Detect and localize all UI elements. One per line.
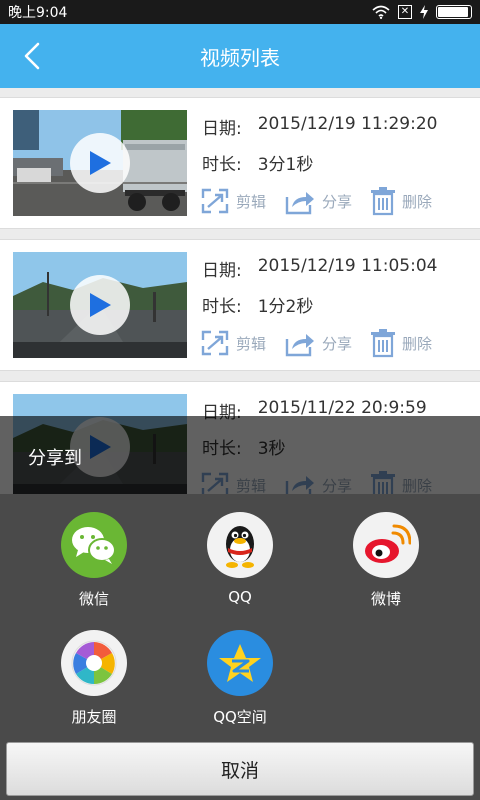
video-duration: 3分1秒 xyxy=(257,155,314,175)
delete-button[interactable]: 删除 xyxy=(370,186,432,216)
weibo-icon xyxy=(353,512,419,578)
share-sheet-title: 分享到 xyxy=(28,448,82,469)
share-weibo-label: 微博 xyxy=(370,590,401,608)
battery-fill xyxy=(438,7,469,17)
share-label: 分享 xyxy=(322,334,353,353)
share-button[interactable]: 分享 xyxy=(284,329,352,357)
trash-icon xyxy=(371,187,396,216)
play-icon xyxy=(90,293,111,317)
wifi-icon xyxy=(372,5,390,19)
video-card[interactable]: 日期: 2015/12/19 11:05:04 时长: 1分2秒 剪辑 分享 删… xyxy=(0,239,480,371)
date-label: 日期: xyxy=(202,261,242,281)
edit-label: 剪辑 xyxy=(236,334,267,353)
trash-icon xyxy=(371,329,396,358)
share-sheet-header: 分享到 xyxy=(0,416,480,494)
video-duration-row: 时长: 1分2秒 xyxy=(202,292,313,317)
video-date: 2015/12/19 11:29:20 xyxy=(257,114,438,134)
sim-blocked-icon: ✕ xyxy=(398,5,412,19)
clip-icon xyxy=(201,188,229,214)
battery-icon xyxy=(436,5,472,19)
cancel-button[interactable]: 取消 xyxy=(6,742,474,796)
video-thumbnail[interactable] xyxy=(13,252,187,358)
status-bar: 晚上9:04 ✕ xyxy=(0,0,480,24)
edit-button[interactable]: 剪辑 xyxy=(200,329,266,357)
duration-label: 时长: xyxy=(202,297,242,317)
share-qq-label: QQ xyxy=(228,588,252,606)
share-label: 分享 xyxy=(322,192,353,211)
play-button[interactable] xyxy=(70,275,130,335)
video-actions: 剪辑 分享 删除 xyxy=(200,186,470,216)
wechat-icon xyxy=(61,512,127,578)
edit-label: 剪辑 xyxy=(236,192,267,211)
video-card[interactable]: 日期: 2015/12/19 11:29:20 时长: 3分1秒 剪辑 分享 删… xyxy=(0,97,480,229)
share-wechat-label: 微信 xyxy=(78,590,109,608)
share-moments-label: 朋友圈 xyxy=(71,708,117,726)
share-qzone[interactable]: QQ空间 xyxy=(190,630,290,730)
share-qzone-label: QQ空间 xyxy=(213,708,267,726)
video-date-row: 日期: 2015/12/19 11:05:04 xyxy=(202,256,437,281)
charging-icon xyxy=(420,5,428,19)
date-label: 日期: xyxy=(202,119,242,139)
video-date: 2015/12/19 11:05:04 xyxy=(257,256,438,276)
qq-penguin-icon xyxy=(207,512,273,578)
moments-icon xyxy=(61,630,127,696)
page-title: 视频列表 xyxy=(200,45,280,70)
share-icon xyxy=(285,334,315,357)
share-sheet-body: 微信 QQ 微博 朋友圈 QQ空间 取消 xyxy=(0,494,480,800)
edit-button[interactable]: 剪辑 xyxy=(200,187,266,215)
video-actions: 剪辑 分享 删除 xyxy=(200,328,470,358)
chevron-left-icon xyxy=(24,42,40,70)
delete-label: 删除 xyxy=(402,334,433,353)
video-duration-row: 时长: 3分1秒 xyxy=(202,150,313,175)
status-time: 晚上9:04 xyxy=(8,5,68,21)
share-weibo[interactable]: 微博 xyxy=(336,512,436,612)
clip-icon xyxy=(201,330,229,356)
share-qq[interactable]: QQ xyxy=(190,512,290,612)
duration-label: 时长: xyxy=(202,155,242,175)
share-sheet: 分享到 微信 QQ 微博 朋友圈 QQ空间 取消 xyxy=(0,416,480,800)
play-button[interactable] xyxy=(70,133,130,193)
share-icon xyxy=(285,192,315,215)
delete-label: 删除 xyxy=(402,192,433,211)
share-wechat[interactable]: 微信 xyxy=(44,512,144,612)
header-bar: 视频列表 xyxy=(0,24,480,88)
play-icon xyxy=(90,151,111,175)
share-button[interactable]: 分享 xyxy=(284,187,352,215)
delete-button[interactable]: 删除 xyxy=(370,328,432,358)
video-thumbnail[interactable] xyxy=(13,110,187,216)
back-button[interactable] xyxy=(14,38,50,74)
video-duration: 1分2秒 xyxy=(257,297,314,317)
qzone-icon xyxy=(207,630,273,696)
video-date-row: 日期: 2015/12/19 11:29:20 xyxy=(202,114,437,139)
share-moments[interactable]: 朋友圈 xyxy=(44,630,144,730)
